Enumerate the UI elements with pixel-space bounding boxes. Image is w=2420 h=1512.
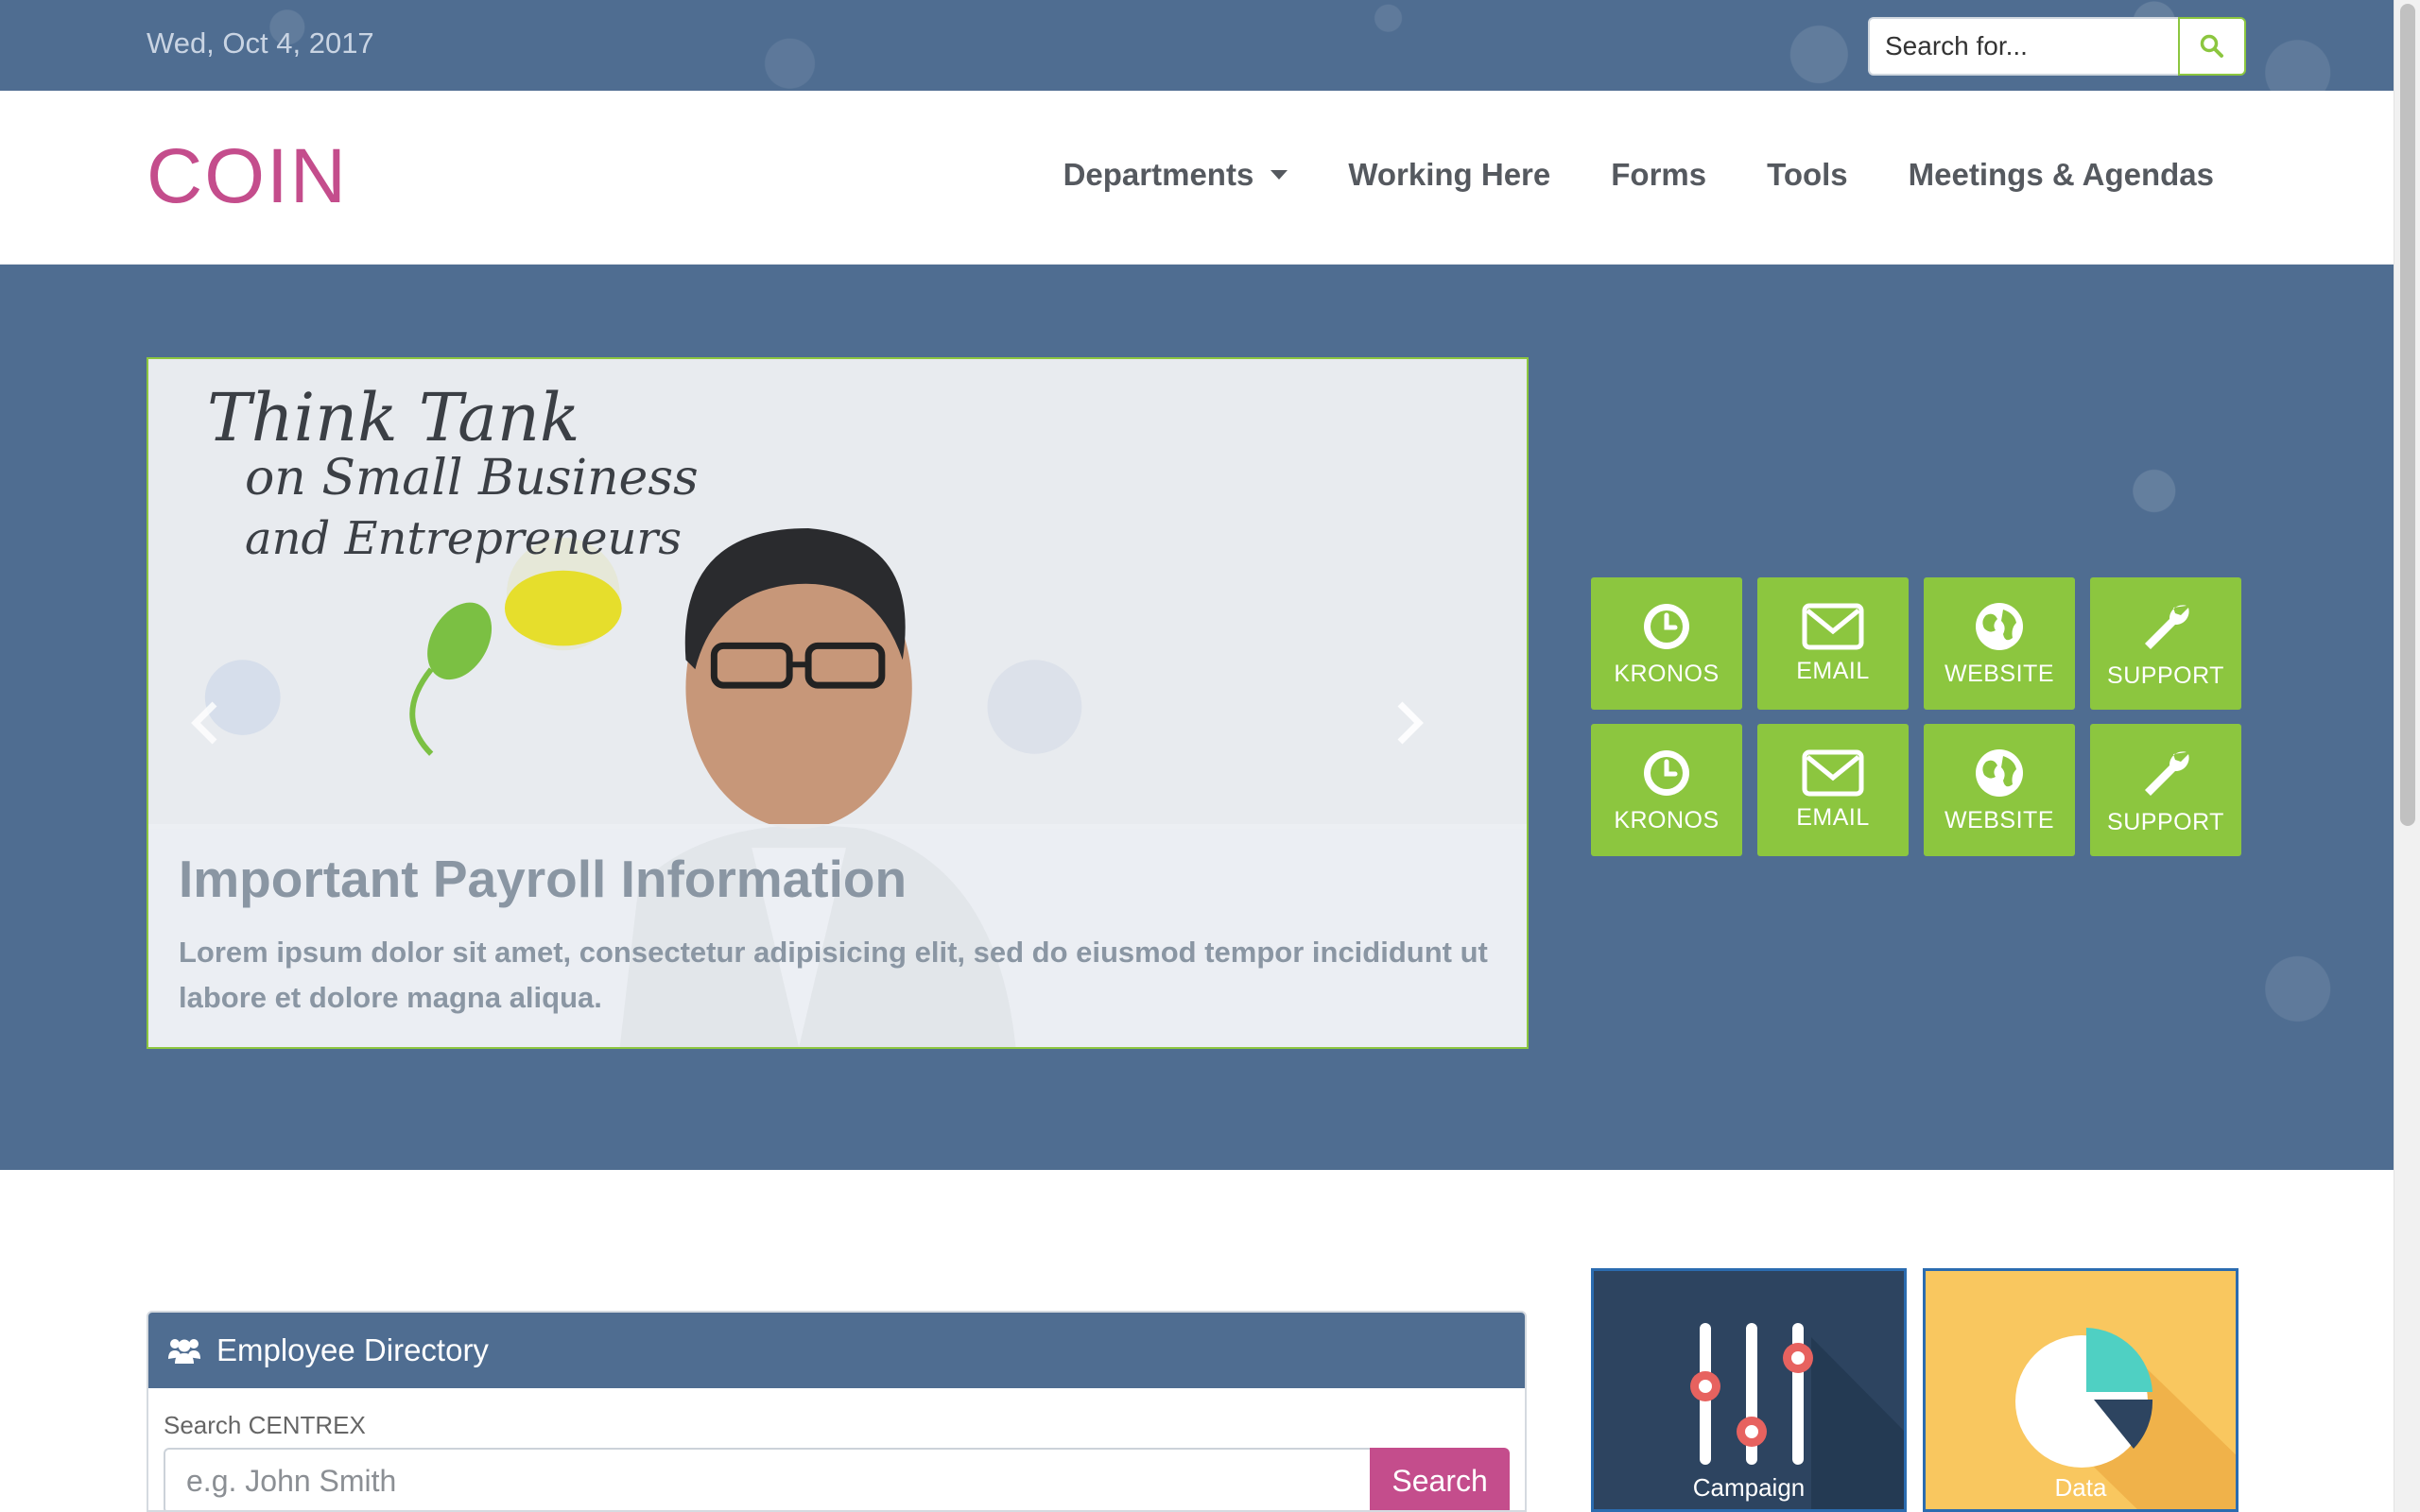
site-logo[interactable]: COIN [147,132,348,221]
top-bar: Wed, Oct 4, 2017 [0,0,2394,91]
quick-link-website[interactable]: WEBSITE [1924,724,2075,856]
directory-search-button[interactable]: Search [1370,1448,1510,1510]
carousel-prev-button[interactable] [186,695,224,751]
nav-tools[interactable]: Tools [1767,157,1848,193]
clock-icon [1644,603,1689,649]
site-search-button[interactable] [2178,17,2246,76]
site-search-input[interactable] [1868,17,2178,76]
whiteboard-text: Think Tank on Small Business and Entrepr… [207,379,699,565]
users-icon [168,1339,200,1364]
current-date: Wed, Oct 4, 2017 [147,26,374,60]
search-icon [2200,34,2223,58]
employee-directory-panel: Employee Directory Search CENTREX Search [147,1311,1527,1512]
quick-link-email[interactable]: EMAIL [1757,577,1909,710]
wrench-icon [2145,750,2189,796]
hero-section: Think Tank on Small Business and Entrepr… [0,265,2394,1170]
employee-directory-body: Search CENTREX Search [148,1388,1525,1510]
nav-departments-label: Departments [1063,157,1254,192]
directory-search-label: Search CENTREX [164,1411,366,1439]
campaign-card[interactable]: Campaign [1591,1268,1907,1512]
directory-search-input[interactable] [164,1448,1371,1510]
carousel-caption: Important Payroll Information Lorem ipsu… [148,824,1527,1047]
quick-link-website[interactable]: WEBSITE [1924,577,2075,710]
quick-link-email[interactable]: EMAIL [1757,724,1909,856]
quick-link-kronos[interactable]: KRONOS [1591,577,1742,710]
globe-icon [1976,602,2023,650]
data-card-label: Data [2054,1473,2107,1502]
carousel-heading[interactable]: Important Payroll Information [179,849,1496,909]
chevron-down-icon [1270,170,1288,180]
quick-links: KRONOS EMAIL WEBSITE SUPPORT KRONOS EMAI… [1591,577,2241,856]
main-nav: Departments Working Here Forms Tools Mee… [1063,157,2214,193]
site-search [1868,17,2246,76]
site-header: COIN Departments Working Here Forms Tool… [0,91,2394,265]
quick-link-support[interactable]: SUPPORT [2090,577,2241,710]
quick-link-support[interactable]: SUPPORT [2090,724,2241,856]
news-carousel[interactable]: Think Tank on Small Business and Entrepr… [147,357,1529,1049]
chevron-right-icon [1397,701,1424,745]
chevron-left-icon [191,701,217,745]
nav-departments[interactable]: Departments [1063,157,1288,193]
employee-directory-title: Employee Directory [216,1332,489,1367]
wrench-icon [2145,604,2189,649]
carousel-next-button[interactable] [1391,695,1428,751]
envelope-icon [1802,603,1864,649]
page-scrollbar[interactable] [2394,0,2420,1512]
employee-directory-header: Employee Directory [148,1313,1525,1388]
carousel-text: Lorem ipsum dolor sit amet, consectetur … [179,936,1488,1014]
nav-meetings-agendas[interactable]: Meetings & Agendas [1909,157,2214,193]
globe-icon [1976,748,2023,797]
data-card[interactable]: Data [1923,1268,2238,1512]
directory-search: Search [164,1448,1510,1510]
nav-working-here[interactable]: Working Here [1348,157,1550,193]
campaign-card-label: Campaign [1692,1473,1806,1502]
scrollbar-thumb[interactable] [2400,4,2415,826]
quick-link-kronos[interactable]: KRONOS [1591,724,1742,856]
nav-forms[interactable]: Forms [1611,157,1706,193]
clock-icon [1644,749,1689,796]
envelope-icon [1802,749,1864,796]
